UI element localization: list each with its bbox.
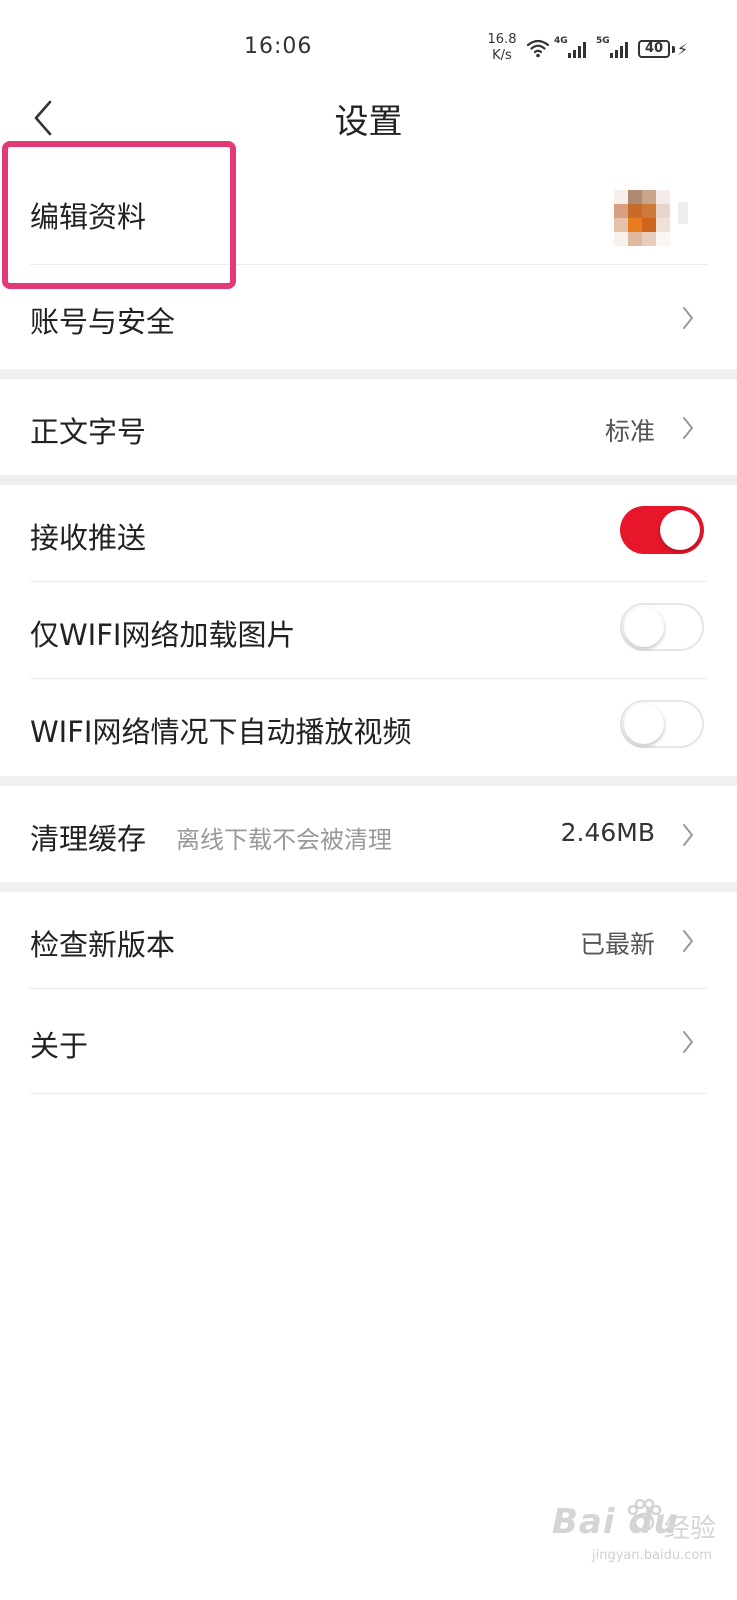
signal-5g-label: 5G [596, 36, 610, 46]
divider [30, 1093, 707, 1094]
font-size-row[interactable]: 正文字号 标准 [0, 379, 737, 475]
status-bar: 16:06 16.8 K/s 4G 5G 40 ⚡ [0, 0, 737, 90]
section-gap [0, 475, 737, 485]
charging-icon: ⚡ [677, 40, 689, 59]
toggle-knob [624, 607, 664, 647]
avatar[interactable] [614, 190, 670, 246]
about-label: 关于 [30, 1029, 89, 1063]
signal-icon [610, 42, 628, 58]
update-status-value: 已最新 [579, 930, 655, 959]
clear-cache-row[interactable]: 清理缓存 离线下载不会被清理 2.46MB [0, 786, 737, 882]
chevron-right-icon [683, 1031, 693, 1053]
chevron-right-icon [683, 930, 693, 952]
status-time: 16:06 [244, 34, 313, 59]
account-security-label: 账号与安全 [30, 305, 176, 339]
avatar-edge [678, 202, 688, 224]
watermark-text: 经验 [664, 1514, 717, 1544]
receive-push-label: 接收推送 [30, 521, 147, 555]
chevron-right-icon [683, 307, 693, 329]
wifi-autoplay-toggle[interactable] [620, 700, 704, 748]
watermark: Bai du 经验 jingyan.baidu.com [552, 1496, 722, 1576]
toggle-knob [660, 510, 700, 550]
clear-cache-note: 离线下载不会被清理 [176, 826, 392, 854]
battery-tip [672, 46, 675, 53]
clear-cache-label: 清理缓存 [30, 822, 147, 856]
highlight-box [2, 141, 236, 289]
receive-push-toggle[interactable] [620, 506, 704, 554]
chevron-right-icon [683, 824, 693, 846]
paw-icon [627, 1498, 662, 1532]
cache-size-value: 2.46MB [560, 818, 655, 847]
font-size-label: 正文字号 [30, 415, 147, 449]
section-gap [0, 882, 737, 892]
about-row[interactable]: 关于 [0, 989, 737, 1093]
battery-icon: 40 [638, 40, 670, 58]
toggle-knob [624, 704, 664, 744]
signal-icon [568, 42, 586, 58]
network-speed: 16.8 K/s [482, 32, 522, 64]
wifi-autoplay-label: WIFI网络情况下自动播放视频 [30, 715, 412, 749]
check-update-row[interactable]: 检查新版本 已最新 [0, 892, 737, 988]
network-speed-value: 16.8 [487, 32, 517, 47]
section-gap [0, 369, 737, 379]
check-update-label: 检查新版本 [30, 928, 176, 962]
page-title: 设置 [334, 102, 403, 142]
wifi-icon [526, 39, 550, 58]
battery-level: 40 [644, 41, 664, 56]
chevron-right-icon [683, 417, 693, 439]
network-speed-unit: K/s [492, 48, 512, 63]
signal-4g-label: 4G [554, 36, 568, 46]
font-size-value: 标准 [604, 417, 655, 446]
wifi-images-toggle[interactable] [620, 603, 704, 651]
wifi-images-label: 仅WIFI网络加载图片 [30, 618, 296, 652]
watermark-url: jingyan.baidu.com [592, 1548, 712, 1563]
section-gap [0, 776, 737, 786]
